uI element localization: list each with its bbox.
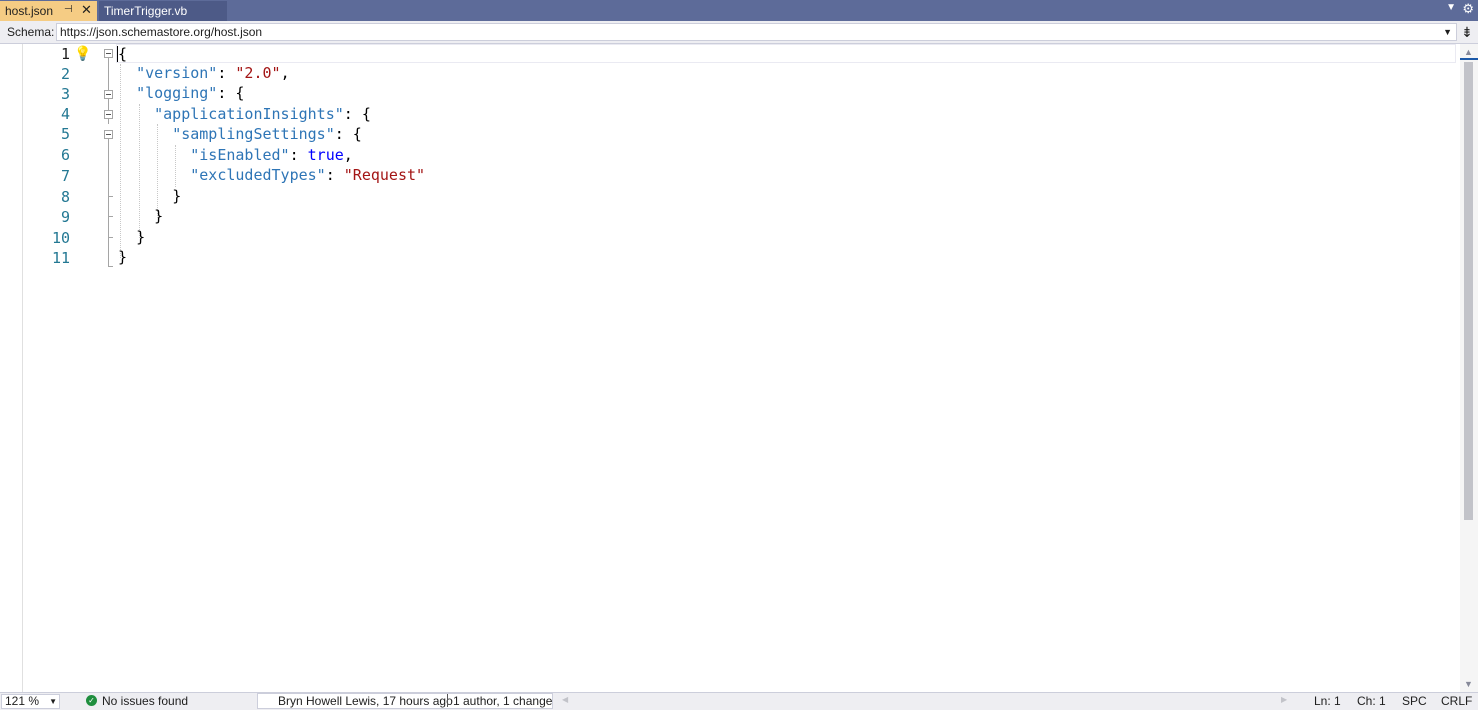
json-key: "applicationInsights" xyxy=(154,105,344,123)
brace: } xyxy=(172,187,182,205)
split-window-icon[interactable]: ⇟ xyxy=(1459,23,1475,41)
line-number: 7 xyxy=(60,167,70,185)
schema-bar: Schema: https://json.schemastore.org/hos… xyxy=(0,21,1478,44)
fold-end xyxy=(108,266,113,267)
line-number: 2 xyxy=(60,65,70,83)
current-line-highlight xyxy=(116,44,1456,63)
close-icon[interactable]: ✕ xyxy=(81,2,92,18)
tab-host-json[interactable]: host.json ⊣ ✕ xyxy=(0,1,97,21)
code-line: } xyxy=(118,186,181,206)
code-line: } xyxy=(118,227,145,247)
line-number: 3 xyxy=(60,85,70,103)
fold-end xyxy=(108,196,113,197)
code-editor[interactable]: 💡 1 2 3 4 5 6 7 8 9 10 11 { "version": "… xyxy=(0,44,1460,692)
tab-label: TimerTrigger.vb xyxy=(104,4,188,18)
lightbulb-icon[interactable]: 💡 xyxy=(74,45,91,62)
whitespace-indicator[interactable]: SPC xyxy=(1402,694,1427,708)
json-key: "samplingSettings" xyxy=(172,125,335,143)
brace: { xyxy=(118,45,128,63)
document-tab-strip: host.json ⊣ ✕ TimerTrigger.vb ▼ ⚙ xyxy=(0,0,1478,21)
glyph-margin xyxy=(0,44,23,692)
json-key: "excludedTypes" xyxy=(190,166,326,184)
code-line: { xyxy=(118,44,127,64)
scroll-up-icon[interactable]: ▲ xyxy=(1464,47,1473,57)
line-indicator[interactable]: Ln: 1 xyxy=(1314,694,1341,708)
json-string: "2.0" xyxy=(235,64,281,82)
code-line: } xyxy=(118,247,127,267)
zoom-select[interactable]: 121 % ▼ xyxy=(1,694,60,709)
line-number: 10 xyxy=(51,229,70,247)
schema-value: https://json.schemastore.org/host.json xyxy=(60,25,263,39)
separator xyxy=(447,694,448,707)
chevron-down-icon: ▼ xyxy=(49,697,57,706)
line-ending-indicator[interactable]: CRLF xyxy=(1441,694,1472,708)
tab-label: host.json xyxy=(5,4,54,18)
json-key: "version" xyxy=(136,64,218,82)
zoom-value: 121 % xyxy=(5,694,40,708)
tab-timertrigger-vb[interactable]: TimerTrigger.vb xyxy=(99,1,227,21)
code-line: "version": "2.0", xyxy=(136,64,290,82)
scroll-thumb[interactable] xyxy=(1464,62,1473,520)
collapse-icon[interactable] xyxy=(104,49,113,58)
code-line: "applicationInsights": { xyxy=(154,105,371,123)
scroll-down-icon[interactable]: ▼ xyxy=(1464,679,1473,689)
scroll-left-icon[interactable]: ◀ xyxy=(562,695,568,704)
json-key: "logging" xyxy=(136,84,218,102)
fold-line xyxy=(108,139,109,267)
code-line: "isEnabled": true, xyxy=(190,146,353,164)
gear-icon[interactable]: ⚙ xyxy=(1462,1,1474,17)
code-line: "logging": { xyxy=(136,84,245,102)
json-key: "isEnabled" xyxy=(190,146,290,164)
fold-end xyxy=(108,216,113,217)
json-keyword: true xyxy=(307,146,344,164)
line-number: 6 xyxy=(60,146,70,164)
collapse-icon[interactable] xyxy=(104,110,113,119)
caret-position-marker xyxy=(1460,58,1478,60)
brace: } xyxy=(136,228,146,246)
code-line: } xyxy=(118,206,163,226)
tab-list-dropdown-icon[interactable]: ▼ xyxy=(1446,2,1456,13)
code-line: "excludedTypes": "Request" xyxy=(190,166,426,184)
line-number: 1 xyxy=(60,45,70,63)
schema-input[interactable]: https://json.schemastore.org/host.json ▼ xyxy=(56,23,1457,41)
line-number: 11 xyxy=(51,249,70,267)
scroll-right-icon[interactable]: ▶ xyxy=(1281,695,1287,704)
brace: } xyxy=(154,207,164,225)
check-circle-icon[interactable]: ✓ xyxy=(86,695,97,706)
pin-icon[interactable]: ⊣ xyxy=(64,4,73,15)
fold-end xyxy=(108,237,113,238)
chevron-down-icon[interactable]: ▼ xyxy=(1443,24,1452,40)
blame-changes[interactable]: 1 author, 1 change xyxy=(453,694,552,708)
char-indicator[interactable]: Ch: 1 xyxy=(1357,694,1386,708)
json-string: "Request" xyxy=(343,166,426,184)
vertical-scrollbar[interactable]: ▲ ▼ xyxy=(1460,44,1478,692)
line-number: 4 xyxy=(60,105,70,123)
line-number: 8 xyxy=(60,188,70,206)
editor-status-bar: 121 % ▼ ✓ No issues found Bryn Howell Le… xyxy=(0,692,1478,710)
collapse-icon[interactable] xyxy=(104,90,113,99)
line-number: 5 xyxy=(60,125,70,143)
brace: } xyxy=(118,248,128,266)
code-line: "samplingSettings": { xyxy=(172,125,362,143)
line-number: 9 xyxy=(60,208,70,226)
issues-status[interactable]: No issues found xyxy=(102,694,188,708)
schema-label: Schema: xyxy=(7,25,55,39)
blame-author[interactable]: Bryn Howell Lewis, 17 hours ago xyxy=(278,694,453,708)
collapse-icon[interactable] xyxy=(104,130,113,139)
